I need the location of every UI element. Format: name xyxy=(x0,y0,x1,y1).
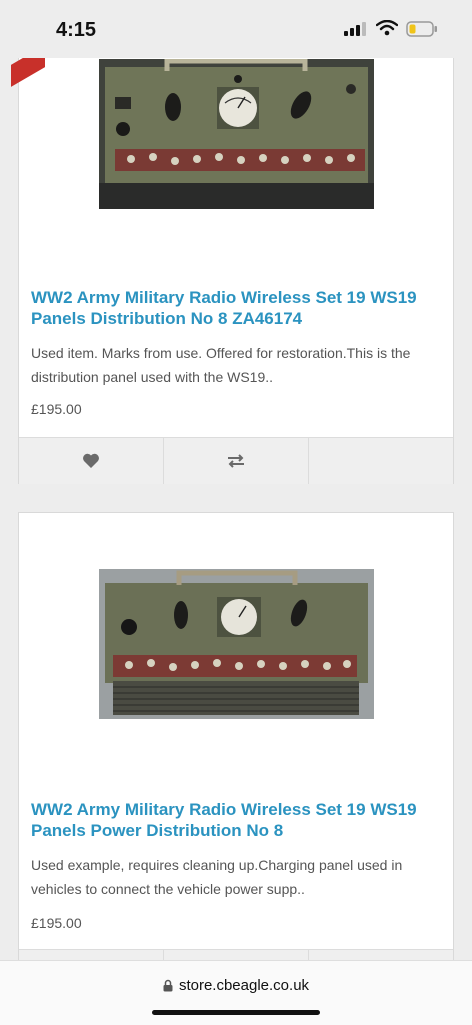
battery-icon xyxy=(406,21,437,37)
product-image[interactable] xyxy=(99,59,374,209)
home-indicator[interactable] xyxy=(152,1010,320,1015)
product-card: WW2 Army Military Radio Wireless Set 19 … xyxy=(11,58,454,484)
wifi-icon xyxy=(376,20,398,36)
url-text[interactable]: store.cbeagle.co.uk xyxy=(179,977,309,994)
product-price: £195.00 xyxy=(31,401,82,417)
product-list: WW2 Army Military Radio Wireless Set 19 … xyxy=(0,58,472,960)
product-description: Used example, requires cleaning up.Charg… xyxy=(31,857,403,897)
product-card: WW2 Army Military Radio Wireless Set 19 … xyxy=(18,512,454,960)
add-to-wishlist-button[interactable] xyxy=(19,438,164,484)
radio-power-distribution-panel-photo xyxy=(99,569,374,719)
cellular-signal-icon xyxy=(344,22,366,36)
product-price: £195.00 xyxy=(31,915,82,931)
status-bar: 4:15 xyxy=(0,0,472,58)
compare-button[interactable] xyxy=(164,950,309,960)
browser-address-bar[interactable]: store.cbeagle.co.uk xyxy=(0,960,472,1025)
action-spacer xyxy=(309,950,453,960)
url-display[interactable]: store.cbeagle.co.uk xyxy=(0,977,472,994)
product-title[interactable]: WW2 Army Military Radio Wireless Set 19 … xyxy=(31,287,441,329)
product-title[interactable]: WW2 Army Military Radio Wireless Set 19 … xyxy=(31,799,441,841)
add-to-wishlist-button[interactable] xyxy=(19,950,164,960)
heart-icon xyxy=(83,453,99,468)
compare-arrows-icon xyxy=(228,454,244,468)
product-actions xyxy=(19,949,453,960)
radio-distribution-panel-photo xyxy=(99,59,374,209)
status-time: 4:15 xyxy=(56,19,97,41)
product-description: Used item. Marks from use. Offered for r… xyxy=(31,345,411,385)
action-spacer xyxy=(309,438,453,484)
product-image[interactable] xyxy=(99,569,374,719)
sale-ribbon xyxy=(11,58,45,87)
lock-icon xyxy=(163,979,173,992)
compare-button[interactable] xyxy=(164,438,309,484)
product-actions xyxy=(19,437,453,484)
